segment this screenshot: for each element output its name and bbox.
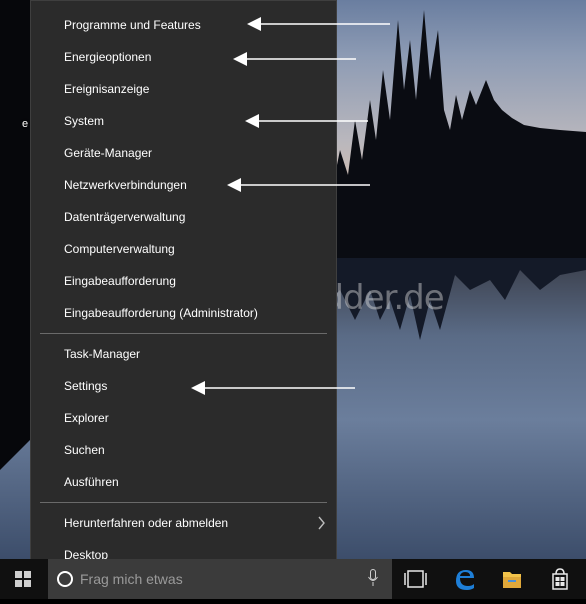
desktop-icon-label: e [22,118,29,130]
menu-item-label: Programme und Features [64,18,201,32]
menu-item-label: Ereignisanzeige [64,82,150,96]
file-explorer-button[interactable] [488,559,536,599]
menu-item-device-manager[interactable]: Geräte-Manager [31,137,336,169]
menu-item-explorer[interactable]: Explorer [31,402,336,434]
cortana-icon [57,571,73,587]
menu-item-command-prompt[interactable]: Eingabeaufforderung [31,265,336,297]
annotation-arrow [227,178,370,192]
menu-item-label: Eingabeaufforderung [64,274,176,288]
annotation-arrow [245,114,368,128]
menu-item-label: Computerverwaltung [64,242,175,256]
menu-item-disk-management[interactable]: Datenträgerverwaltung [31,201,336,233]
menu-item-label: Eingabeaufforderung (Administrator) [64,306,258,320]
file-explorer-icon [503,572,521,588]
menu-item-label: Explorer [64,411,109,425]
taskbar: Frag mich etwas [0,559,586,599]
winx-context-menu: Programme und Features Energieoptionen E… [30,0,337,571]
menu-separator [40,333,327,334]
start-button[interactable] [0,559,48,599]
menu-item-label: Geräte-Manager [64,146,153,160]
menu-item-command-prompt-admin[interactable]: Eingabeaufforderung (Administrator) [31,297,336,329]
menu-item-label: Datenträgerverwaltung [64,210,186,224]
search-placeholder: Frag mich etwas [80,571,183,587]
store-button[interactable] [536,559,584,599]
task-view-icon [404,570,427,588]
menu-item-label: System [64,114,105,128]
menu-item-run[interactable]: Ausführen [31,466,336,498]
menu-item-computer-management[interactable]: Computerverwaltung [31,233,336,265]
edge-icon [456,570,474,590]
menu-item-label: Herunterfahren oder abmelden [64,516,229,530]
annotation-arrow [247,17,390,31]
menu-item-label: Task-Manager [64,347,141,361]
search-box[interactable]: Frag mich etwas [48,559,392,599]
menu-item-label: Energieoptionen [64,50,152,64]
menu-item-event-viewer[interactable]: Ereignisanzeige [31,73,336,105]
annotation-arrow [233,52,356,66]
menu-item-label: Ausführen [64,475,119,489]
menu-item-shutdown-signout[interactable]: Herunterfahren oder abmelden [31,507,336,539]
edge-button[interactable] [440,559,488,599]
menu-item-label: Netzwerkverbindungen [64,178,187,192]
menu-item-search[interactable]: Suchen [31,434,336,466]
menu-item-label: Suchen [64,443,105,457]
menu-item-label: Settings [64,379,108,393]
windows-logo-icon [15,571,31,587]
menu-item-task-manager[interactable]: Task-Manager [31,338,336,370]
menu-separator [40,502,327,503]
microphone-icon[interactable] [368,569,378,587]
task-view-button[interactable] [392,559,440,599]
annotation-arrow [191,381,355,395]
store-icon [552,568,568,590]
